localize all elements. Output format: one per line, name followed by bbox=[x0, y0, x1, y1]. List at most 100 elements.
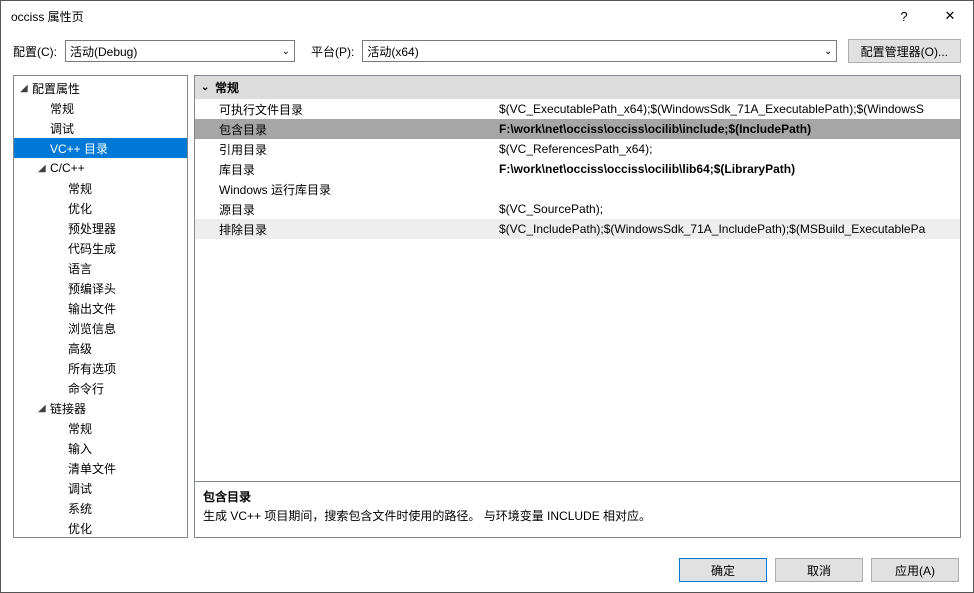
tree-item[interactable]: 所有选项 bbox=[14, 358, 187, 378]
tree-item[interactable]: ◢链接器 bbox=[14, 398, 187, 418]
tree-item-label: 输入 bbox=[68, 440, 92, 457]
tree-item[interactable]: 语言 bbox=[14, 258, 187, 278]
tree-panel: ◢配置属性常规调试VC++ 目录◢C/C++常规优化预处理器代码生成语言预编译头… bbox=[13, 75, 188, 538]
tree-item-label: 清单文件 bbox=[68, 460, 116, 477]
tree-item[interactable]: 代码生成 bbox=[14, 238, 187, 258]
expand-icon: ◢ bbox=[38, 403, 50, 414]
tree-item-label: 常规 bbox=[50, 100, 74, 117]
config-manager-label: 配置管理器(O)... bbox=[861, 43, 948, 60]
dialog-body: ◢配置属性常规调试VC++ 目录◢C/C++常规优化预处理器代码生成语言预编译头… bbox=[1, 75, 973, 548]
property-row[interactable]: Windows 运行库目录 bbox=[195, 179, 960, 199]
property-row[interactable]: 源目录$(VC_SourcePath); bbox=[195, 199, 960, 219]
footer: 确定 取消 应用(A) bbox=[1, 548, 973, 592]
tree-item[interactable]: ◢C/C++ bbox=[14, 158, 187, 178]
dialog-window: occiss 属性页 ? ✕ 配置(C): 活动(Debug) ⌄ 平台(P):… bbox=[0, 0, 974, 593]
tree-item-label: 配置属性 bbox=[32, 80, 80, 97]
tree-item[interactable]: VC++ 目录 bbox=[14, 138, 187, 158]
property-name: 引用目录 bbox=[195, 141, 495, 158]
property-value[interactable]: F:\work\net\occiss\occiss\ocilib\include… bbox=[495, 122, 960, 136]
tree-item[interactable]: 调试 bbox=[14, 478, 187, 498]
tree-item-label: 常规 bbox=[68, 180, 92, 197]
property-name: Windows 运行库目录 bbox=[195, 181, 495, 198]
property-value[interactable]: F:\work\net\occiss\occiss\ocilib\lib64;$… bbox=[495, 162, 960, 176]
property-name: 可执行文件目录 bbox=[195, 101, 495, 118]
titlebar: occiss 属性页 ? ✕ bbox=[1, 1, 973, 31]
property-value[interactable]: $(VC_ExecutablePath_x64);$(WindowsSdk_71… bbox=[495, 102, 960, 116]
property-value[interactable]: $(VC_SourcePath); bbox=[495, 202, 960, 216]
tree-item-label: 优化 bbox=[68, 520, 92, 537]
tree-item[interactable]: 浏览信息 bbox=[14, 318, 187, 338]
chevron-down-icon: ⌄ bbox=[824, 46, 832, 57]
property-value[interactable]: $(VC_IncludePath);$(WindowsSdk_71A_Inclu… bbox=[495, 222, 960, 236]
tree-item[interactable]: 高级 bbox=[14, 338, 187, 358]
expand-icon: ◢ bbox=[20, 83, 32, 94]
description-title: 包含目录 bbox=[203, 488, 952, 505]
tree-item-label: VC++ 目录 bbox=[50, 140, 108, 157]
property-row[interactable]: 引用目录$(VC_ReferencesPath_x64); bbox=[195, 139, 960, 159]
tree-item-label: 预处理器 bbox=[68, 220, 116, 237]
tree-item-label: 所有选项 bbox=[68, 360, 116, 377]
ok-button[interactable]: 确定 bbox=[679, 558, 767, 582]
tree-item[interactable]: 常规 bbox=[14, 98, 187, 118]
config-label: 配置(C): bbox=[13, 43, 57, 60]
category-label: 常规 bbox=[215, 79, 239, 96]
tree-item-label: 预编译头 bbox=[68, 280, 116, 297]
tree-item[interactable]: 清单文件 bbox=[14, 458, 187, 478]
expand-icon: ◢ bbox=[38, 163, 50, 174]
tree-item-label: 命令行 bbox=[68, 380, 104, 397]
tree-item[interactable]: 预编译头 bbox=[14, 278, 187, 298]
tree-item-label: 浏览信息 bbox=[68, 320, 116, 337]
category-header[interactable]: ⌄ 常规 bbox=[195, 76, 960, 99]
tree-item-label: C/C++ bbox=[50, 161, 85, 175]
property-value[interactable]: $(VC_ReferencesPath_x64); bbox=[495, 142, 960, 156]
property-name: 库目录 bbox=[195, 161, 495, 178]
tree-item[interactable]: 预处理器 bbox=[14, 218, 187, 238]
platform-label: 平台(P): bbox=[311, 43, 354, 60]
tree-item[interactable]: 系统 bbox=[14, 498, 187, 518]
tree-item[interactable]: 常规 bbox=[14, 418, 187, 438]
tree-item[interactable]: 常规 bbox=[14, 178, 187, 198]
close-button[interactable]: ✕ bbox=[927, 1, 973, 31]
property-name: 源目录 bbox=[195, 201, 495, 218]
platform-value: 活动(x64) bbox=[367, 43, 418, 60]
tree-item-label: 链接器 bbox=[50, 400, 86, 417]
property-row[interactable]: 排除目录$(VC_IncludePath);$(WindowsSdk_71A_I… bbox=[195, 219, 960, 239]
platform-combo[interactable]: 活动(x64) ⌄ bbox=[362, 40, 837, 62]
tree-item-label: 代码生成 bbox=[68, 240, 116, 257]
tree-item-label: 调试 bbox=[50, 120, 74, 137]
config-manager-button[interactable]: 配置管理器(O)... bbox=[848, 39, 961, 63]
tree-item[interactable]: 优化 bbox=[14, 518, 187, 537]
toolbar: 配置(C): 活动(Debug) ⌄ 平台(P): 活动(x64) ⌄ 配置管理… bbox=[1, 31, 973, 75]
description-text: 生成 VC++ 项目期间，搜索包含文件时使用的路径。 与环境变量 INCLUDE… bbox=[203, 507, 952, 524]
tree-item-label: 输出文件 bbox=[68, 300, 116, 317]
tree-item-label: 高级 bbox=[68, 340, 92, 357]
property-name: 排除目录 bbox=[195, 221, 495, 238]
tree-item-label: 语言 bbox=[68, 260, 92, 277]
tree-item-label: 常规 bbox=[68, 420, 92, 437]
config-combo[interactable]: 活动(Debug) ⌄ bbox=[65, 40, 295, 62]
cancel-button[interactable]: 取消 bbox=[775, 558, 863, 582]
tree-item[interactable]: 输入 bbox=[14, 438, 187, 458]
config-value: 活动(Debug) bbox=[70, 43, 137, 60]
property-grid[interactable]: ⌄ 常规 可执行文件目录$(VC_ExecutablePath_x64);$(W… bbox=[195, 76, 960, 481]
property-name: 包含目录 bbox=[195, 121, 495, 138]
property-row[interactable]: 库目录F:\work\net\occiss\occiss\ocilib\lib6… bbox=[195, 159, 960, 179]
tree-item[interactable]: 命令行 bbox=[14, 378, 187, 398]
property-panel: ⌄ 常规 可执行文件目录$(VC_ExecutablePath_x64);$(W… bbox=[194, 75, 961, 538]
help-button[interactable]: ? bbox=[881, 1, 927, 31]
tree-item[interactable]: 调试 bbox=[14, 118, 187, 138]
tree-item[interactable]: 优化 bbox=[14, 198, 187, 218]
tree-item[interactable]: ◢配置属性 bbox=[14, 78, 187, 98]
chevron-down-icon: ⌄ bbox=[282, 46, 290, 57]
property-row[interactable]: 可执行文件目录$(VC_ExecutablePath_x64);$(Window… bbox=[195, 99, 960, 119]
tree-item-label: 调试 bbox=[68, 480, 92, 497]
tree-item-label: 优化 bbox=[68, 200, 92, 217]
tree-item-label: 系统 bbox=[68, 500, 92, 517]
tree-item[interactable]: 输出文件 bbox=[14, 298, 187, 318]
collapse-icon: ⌄ bbox=[201, 82, 215, 93]
apply-button[interactable]: 应用(A) bbox=[871, 558, 959, 582]
tree[interactable]: ◢配置属性常规调试VC++ 目录◢C/C++常规优化预处理器代码生成语言预编译头… bbox=[14, 76, 187, 537]
description-panel: 包含目录 生成 VC++ 项目期间，搜索包含文件时使用的路径。 与环境变量 IN… bbox=[195, 481, 960, 537]
window-title: occiss 属性页 bbox=[11, 8, 881, 25]
property-row[interactable]: 包含目录F:\work\net\occiss\occiss\ocilib\inc… bbox=[195, 119, 960, 139]
